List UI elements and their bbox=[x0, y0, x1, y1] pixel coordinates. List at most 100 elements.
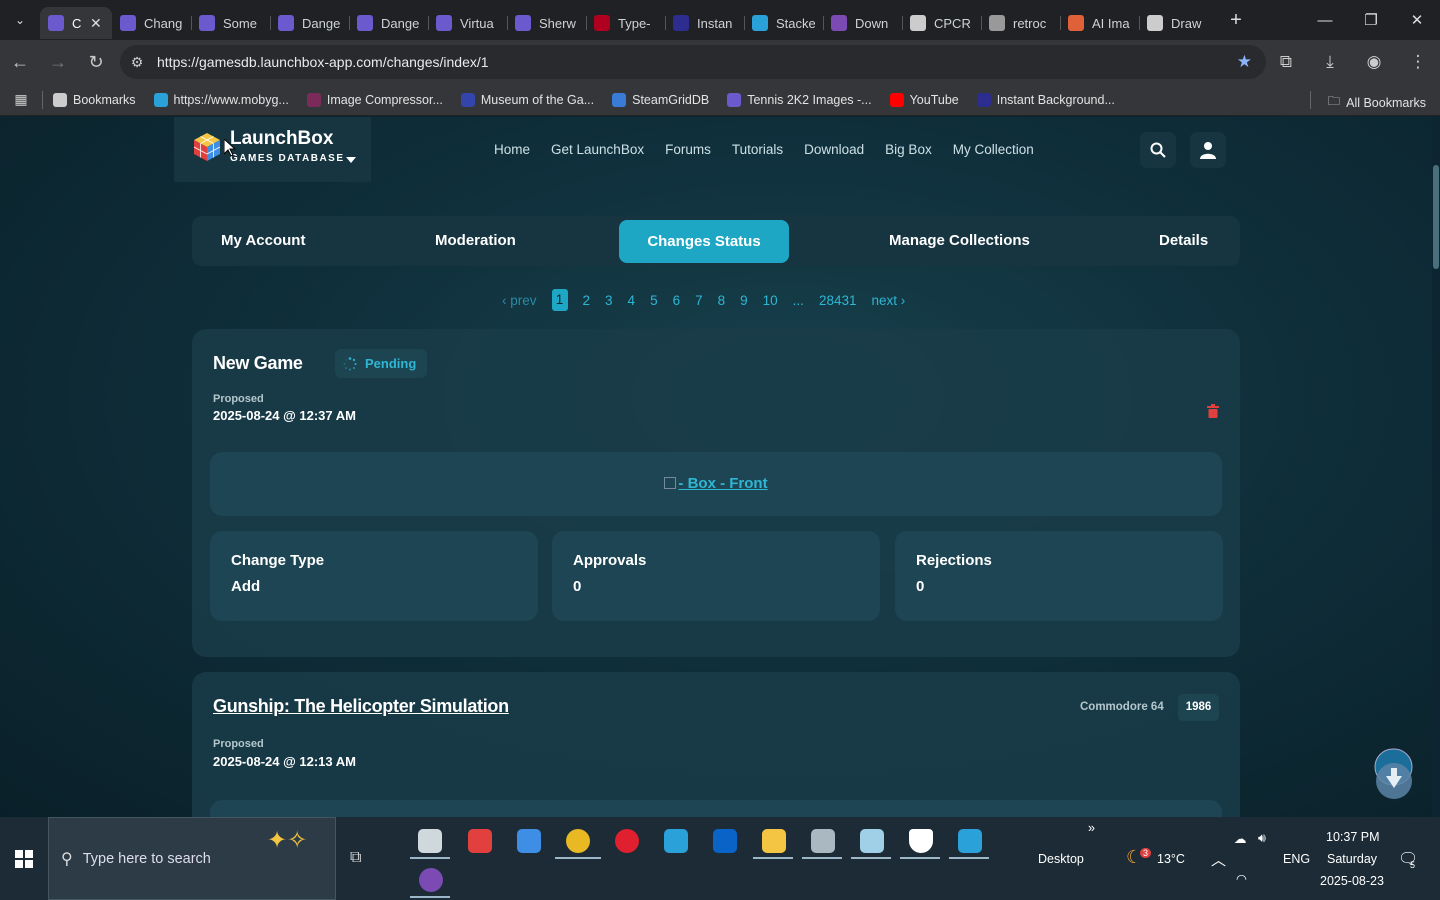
pager-next[interactable]: next › bbox=[871, 293, 905, 308]
scrollbar-thumb[interactable] bbox=[1433, 165, 1439, 269]
outlook-app-icon[interactable] bbox=[713, 829, 737, 853]
page-scrollbar[interactable] bbox=[1432, 117, 1440, 817]
browser-tab[interactable]: Type- bbox=[586, 7, 665, 39]
nav-my-collection[interactable]: My Collection bbox=[953, 142, 1034, 157]
profile-icon[interactable]: ◉ bbox=[1352, 52, 1396, 72]
weather-temp[interactable]: 13°C bbox=[1157, 852, 1185, 866]
nav-get-launchbox[interactable]: Get LaunchBox bbox=[551, 142, 644, 157]
tab-details[interactable]: Details bbox=[1159, 232, 1208, 249]
nav-forums[interactable]: Forums bbox=[665, 142, 711, 157]
browser-tab[interactable]: Chang bbox=[112, 7, 191, 39]
minimize-button[interactable]: — bbox=[1302, 0, 1348, 40]
taskbar-search[interactable]: ⚲ Type here to search ✦✧ bbox=[48, 817, 336, 900]
photos-app-icon[interactable] bbox=[811, 829, 835, 853]
bookmark-item[interactable]: Instant Background... bbox=[976, 92, 1115, 107]
nav-download[interactable]: Download bbox=[804, 142, 864, 157]
back-button[interactable]: ← bbox=[2, 44, 38, 80]
pager-page[interactable]: 4 bbox=[628, 293, 636, 308]
pager-page-last[interactable]: 28431 bbox=[819, 293, 857, 308]
pager-page[interactable]: 10 bbox=[763, 293, 778, 308]
file-explorer-app-icon[interactable] bbox=[762, 829, 786, 853]
pager-page[interactable]: 6 bbox=[673, 293, 681, 308]
taskbar-app-1-icon[interactable] bbox=[418, 829, 442, 853]
input-language[interactable]: ENG bbox=[1283, 852, 1310, 866]
close-tab-icon[interactable]: ✕ bbox=[90, 15, 102, 32]
nav-home[interactable]: Home bbox=[494, 142, 530, 157]
bookmark-item[interactable]: Bookmarks bbox=[53, 92, 136, 107]
tab-search-button[interactable]: ⌄ bbox=[0, 0, 40, 40]
tor-app-icon[interactable] bbox=[419, 868, 443, 892]
browser-tab[interactable]: Some bbox=[191, 7, 270, 39]
pager-prev[interactable]: ‹ prev bbox=[502, 293, 537, 308]
browser-tab[interactable]: AI Ima bbox=[1060, 7, 1139, 39]
onedrive-cloud-icon[interactable]: ☁ bbox=[1234, 831, 1247, 846]
search-button[interactable] bbox=[1140, 132, 1176, 168]
browser-tab[interactable]: Stacke bbox=[744, 7, 823, 39]
clock-date[interactable]: 2025-08-23 bbox=[1320, 874, 1384, 888]
box-front-image[interactable]: - Box - Front bbox=[210, 452, 1222, 516]
bookmark-item[interactable]: SteamGridDB bbox=[612, 92, 709, 107]
bookmark-item[interactable]: https://www.mobyg... bbox=[153, 92, 289, 107]
pager-page-current[interactable]: 1 bbox=[551, 289, 568, 311]
opera-app-icon[interactable] bbox=[615, 829, 639, 853]
browser-tab[interactable]: C ✕ bbox=[40, 7, 112, 39]
notes-app-icon[interactable] bbox=[860, 829, 884, 853]
control-panel-app-icon[interactable] bbox=[958, 829, 982, 853]
apps-grid-icon[interactable]: ▦ bbox=[0, 91, 42, 108]
scroll-down-button[interactable] bbox=[1374, 748, 1414, 800]
pager-page[interactable]: 3 bbox=[605, 293, 613, 308]
chrome-app-icon[interactable] bbox=[566, 829, 590, 853]
new-tab-button[interactable]: + bbox=[1218, 0, 1254, 40]
bookmark-item[interactable]: Image Compressor... bbox=[306, 92, 443, 107]
show-hidden-icons-chevron-icon[interactable]: ︿ bbox=[1211, 849, 1226, 870]
reload-button[interactable]: ↻ bbox=[78, 44, 114, 80]
clock-time[interactable]: 10:37 PM bbox=[1326, 830, 1380, 844]
notification-center-icon[interactable]: 🗨︎ bbox=[1398, 849, 1418, 869]
tab-changes-status[interactable]: Changes Status bbox=[619, 220, 789, 263]
address-bar[interactable]: ⚙ https://gamesdb.launchbox-app.com/chan… bbox=[120, 45, 1266, 79]
tab-my-account[interactable]: My Account bbox=[221, 232, 305, 249]
nav-big-box[interactable]: Big Box bbox=[885, 142, 932, 157]
logo-dropdown[interactable]: LaunchBox GAMES DATABASE bbox=[174, 117, 371, 182]
browser-tab[interactable]: Virtua bbox=[428, 7, 507, 39]
menu-kebab-icon[interactable]: ⋮ bbox=[1396, 52, 1440, 72]
tab-manage-collections[interactable]: Manage Collections bbox=[889, 232, 1030, 249]
wing-app-icon[interactable] bbox=[664, 829, 688, 853]
site-info-icon[interactable]: ⚙ bbox=[120, 54, 154, 71]
browser-tab[interactable]: CPCR bbox=[902, 7, 981, 39]
extensions-icon[interactable]: ⧉ bbox=[1264, 52, 1308, 72]
browser-tab[interactable]: Dange bbox=[349, 7, 428, 39]
browser-tab[interactable]: Instan bbox=[665, 7, 744, 39]
download-icon[interactable]: ⤓ bbox=[1308, 52, 1352, 72]
launchbox-app-icon[interactable] bbox=[468, 829, 492, 853]
pager-page[interactable]: 2 bbox=[583, 293, 591, 308]
store-app-icon[interactable] bbox=[517, 829, 541, 853]
tab-moderation[interactable]: Moderation bbox=[435, 232, 516, 249]
browser-tab[interactable]: Sherw bbox=[507, 7, 586, 39]
browser-tab[interactable]: Down bbox=[823, 7, 902, 39]
desktop-toolbar[interactable]: Desktop bbox=[1038, 852, 1084, 866]
task-view-icon[interactable]: ⧉ bbox=[350, 849, 361, 867]
pager-page[interactable]: 9 bbox=[740, 293, 748, 308]
bookmark-star-icon[interactable]: ★ bbox=[1237, 52, 1252, 72]
pager-page[interactable]: 5 bbox=[650, 293, 658, 308]
browser-tab[interactable]: Draw bbox=[1139, 7, 1218, 39]
pager-page[interactable]: 8 bbox=[718, 293, 726, 308]
bookmark-item[interactable]: Tennis 2K2 Images -... bbox=[727, 92, 872, 107]
browser-tab[interactable]: retroc bbox=[981, 7, 1060, 39]
bookmark-item[interactable]: YouTube bbox=[889, 92, 959, 107]
bookmark-item[interactable]: Museum of the Ga... bbox=[460, 92, 594, 107]
pager-page[interactable]: 7 bbox=[695, 293, 703, 308]
close-window-button[interactable]: ✕ bbox=[1394, 0, 1440, 40]
browser-tab[interactable]: Dange bbox=[270, 7, 349, 39]
start-button[interactable] bbox=[0, 817, 48, 900]
nav-tutorials[interactable]: Tutorials bbox=[732, 142, 783, 157]
forward-button[interactable]: → bbox=[40, 44, 76, 80]
volume-icon[interactable]: 🔊︎ bbox=[1258, 831, 1266, 846]
image-alt-link[interactable]: - Box - Front bbox=[678, 475, 767, 492]
restore-button[interactable]: ❐ bbox=[1348, 0, 1394, 40]
taskbar-overflow-chevron-icon[interactable]: » bbox=[1088, 821, 1095, 835]
account-button[interactable] bbox=[1190, 132, 1226, 168]
network-icon[interactable]: ◠ bbox=[1236, 871, 1247, 886]
all-bookmarks-button[interactable]: 🗀 All Bookmarks bbox=[1309, 91, 1426, 113]
